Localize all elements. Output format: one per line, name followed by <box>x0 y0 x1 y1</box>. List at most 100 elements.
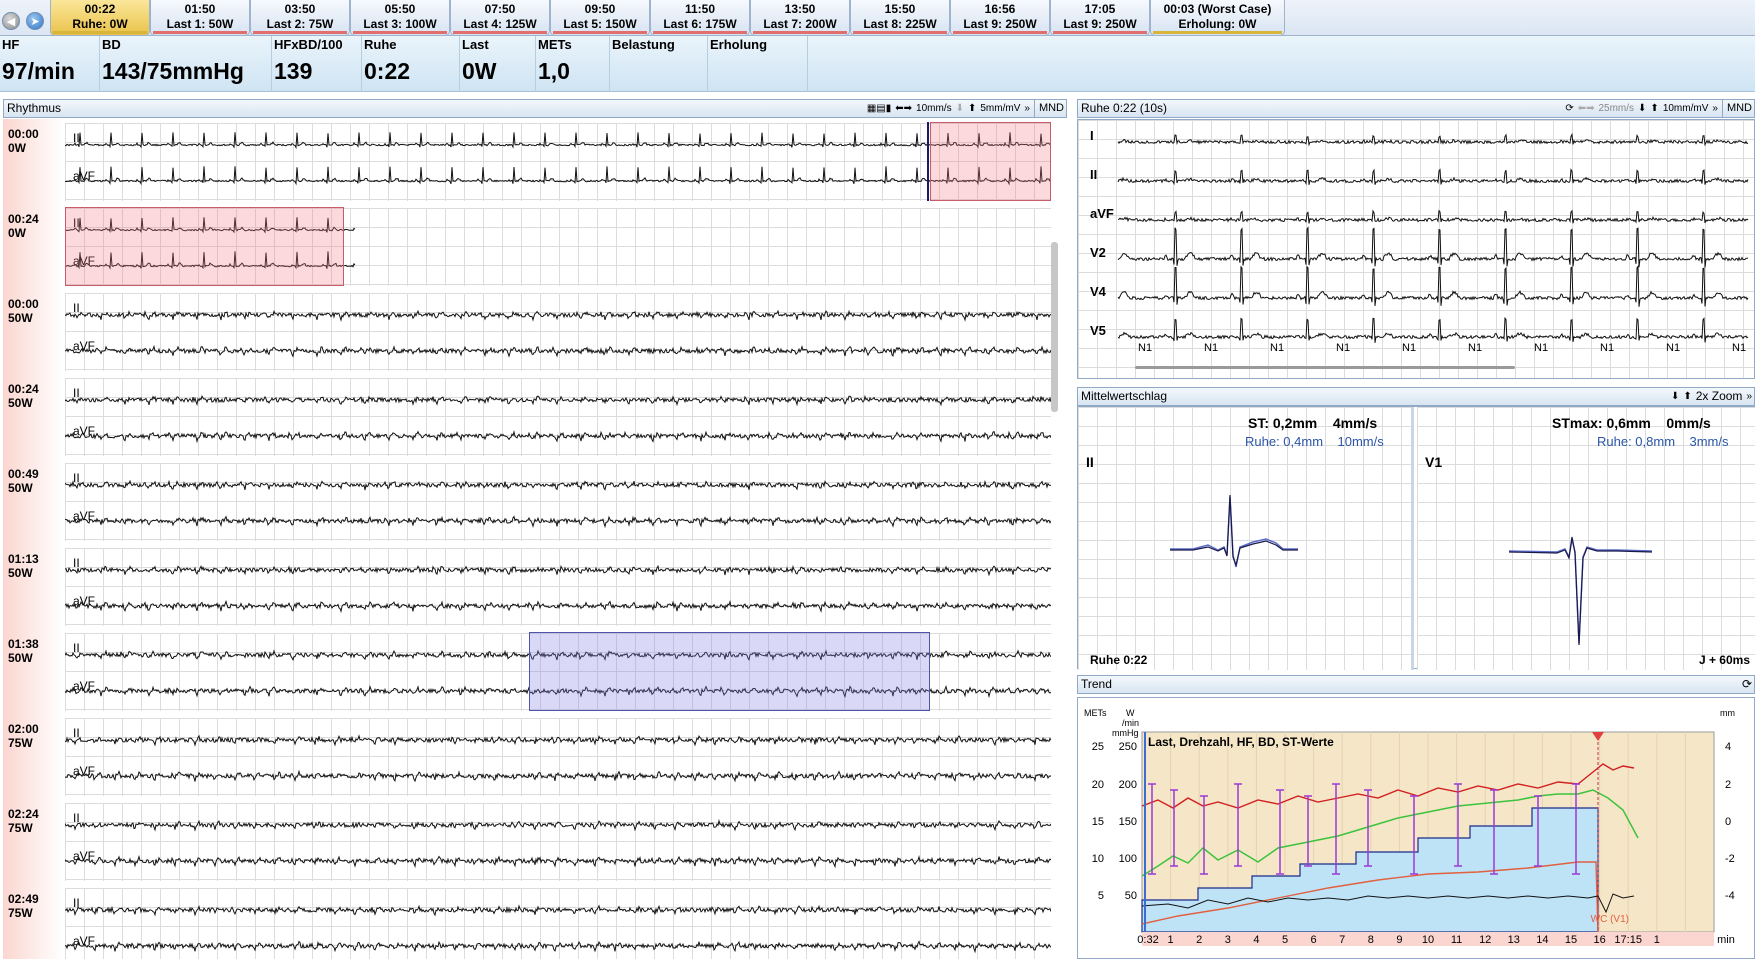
trend-label: /min <box>1122 718 1139 728</box>
ecg10-scrollbar[interactable] <box>1135 366 1515 369</box>
row-time: 01:13 <box>8 552 39 566</box>
stage-tab[interactable]: 09:50 Last 5: 150W <box>550 0 650 36</box>
arrow-down-icon[interactable]: ⬇ <box>956 100 964 117</box>
mnd-button[interactable]: MND <box>1033 100 1064 117</box>
row-load: 50W <box>8 311 33 325</box>
arrow-down-icon[interactable]: ⬇ <box>1638 100 1646 117</box>
arrow-up-icon[interactable]: ⬆ <box>1683 388 1691 405</box>
rhythm-row[interactable]: 00:24 0W II aVF <box>3 204 1056 289</box>
stage-underline <box>353 31 447 34</box>
ecg-trace <box>65 394 1051 407</box>
refresh-icon[interactable]: ⟳ <box>1565 100 1573 117</box>
stage-label: Last 9: 250W <box>963 17 1037 31</box>
stage-underline <box>53 31 147 34</box>
zoom-value[interactable]: 2x Zoom <box>1696 388 1743 405</box>
rhythm-row[interactable]: 02:49 75W II aVF <box>3 884 1056 959</box>
double-chevron-right-icon[interactable]: » <box>1712 100 1718 117</box>
stage-tab[interactable]: 11:50 Last 6: 175W <box>650 0 750 36</box>
arrow-down-icon[interactable]: ⬇ <box>1671 388 1679 405</box>
beat-label: N1 <box>1666 342 1681 354</box>
value-number: 139 <box>274 58 313 84</box>
arrows-horizontal-icon[interactable]: ⬅➡ <box>1578 100 1595 117</box>
trend-label: 15 <box>1092 816 1104 828</box>
trend-panel-header: Trend ⟳ <box>1077 675 1755 694</box>
arrow-up-icon[interactable]: ⬆ <box>968 100 976 117</box>
rhythm-row[interactable]: 00:49 50W II aVF <box>3 459 1056 544</box>
rhythm-row[interactable]: 02:24 75W II aVF <box>3 799 1056 884</box>
beat-label: N1 <box>1270 342 1285 354</box>
arrow-left-icon[interactable]: ◀ <box>2 12 20 30</box>
trend-label: -2 <box>1725 853 1735 865</box>
stage-time: 00:03 (Worst Case) <box>1163 2 1272 16</box>
position-marker[interactable] <box>927 122 929 201</box>
rhythm-row-time: 01:13 50W <box>8 552 39 580</box>
trend-label: 1 <box>1654 934 1660 946</box>
rhythm-row-time: 00:00 0W <box>8 127 39 155</box>
stage-tab[interactable]: 05:50 Last 3: 100W <box>350 0 450 36</box>
arrow-right-icon[interactable]: ➤ <box>26 12 44 30</box>
rhythm-row[interactable]: 02:00 75W II aVF <box>3 714 1056 799</box>
stage-time: 03:50 <box>284 2 316 16</box>
rhythm-row[interactable]: 01:38 50W II aVF <box>3 629 1056 714</box>
trend-label: -4 <box>1725 890 1735 902</box>
value-label: HFxBD/100 <box>274 37 343 52</box>
trend-label: 4 <box>1725 741 1731 753</box>
ecg-trace <box>65 166 1051 186</box>
row-time: 02:49 <box>8 892 39 906</box>
double-chevron-right-icon[interactable]: » <box>1024 100 1030 117</box>
beat-label: N1 <box>1534 342 1549 354</box>
selection-highlight[interactable] <box>65 207 344 286</box>
stage-time: 16:56 <box>984 2 1016 16</box>
value-cell: HF 97/min <box>0 36 100 92</box>
rhythm-row[interactable]: 00:00 0W II aVF <box>3 119 1056 204</box>
rhythm-row[interactable]: 00:24 50W II aVF <box>3 374 1056 459</box>
rhythm-row-time: 01:38 50W <box>8 637 39 665</box>
rhythm-row[interactable]: 01:13 50W II aVF <box>3 544 1056 629</box>
double-chevron-right-icon[interactable]: » <box>1746 388 1752 405</box>
arrows-horizontal-icon[interactable]: ⬅➡ <box>895 100 912 117</box>
stage-label: Last 4: 125W <box>463 17 537 31</box>
trend-label: 6 <box>1311 934 1317 946</box>
stage-tab[interactable]: 15:50 Last 8: 225W <box>850 0 950 36</box>
stage-tab[interactable]: 03:50 Last 2: 75W <box>250 0 350 36</box>
trend-label: 100 <box>1119 853 1137 865</box>
speed-value[interactable]: 10mm/s <box>916 100 952 117</box>
selection-highlight[interactable] <box>529 632 930 711</box>
value-number: 0:22 <box>364 58 411 84</box>
gain-value[interactable]: 5mm/mV <box>980 100 1020 117</box>
ecg-trace <box>65 479 1051 491</box>
refresh-icon[interactable]: ⟳ <box>1742 676 1752 693</box>
row-time: 00:49 <box>8 467 39 481</box>
stage-tab[interactable]: 07:50 Last 4: 125W <box>450 0 550 36</box>
rhythm-row[interactable]: 00:00 50W II aVF <box>3 289 1056 374</box>
stage-label: Last 6: 175W <box>663 17 737 31</box>
value-number: 0W <box>462 58 497 84</box>
grid-layout-icon[interactable]: ▦▤▮ <box>867 100 891 117</box>
rhythm-waveform <box>65 479 1051 529</box>
avg-beat-waveform <box>1508 536 1653 646</box>
stage-tab[interactable]: 01:50 Last 1: 50W <box>150 0 250 36</box>
trend-label: 11 <box>1451 934 1462 946</box>
selection-highlight[interactable] <box>930 122 1051 201</box>
speed-value[interactable]: 25mm/s <box>1598 100 1634 117</box>
stage-label: Erholung: 0W <box>1178 17 1257 31</box>
rhythm-row-time: 00:49 50W <box>8 467 39 495</box>
trend-label: 16 <box>1593 934 1605 946</box>
stage-tab[interactable]: 00:22 Ruhe: 0W <box>50 0 150 36</box>
gain-value[interactable]: 10mm/mV <box>1663 100 1709 117</box>
value-number: 143/75mmHg <box>102 58 244 84</box>
arrow-up-icon[interactable]: ⬆ <box>1650 100 1658 117</box>
rhythm-row-time: 02:49 75W <box>8 892 39 920</box>
rhythm-scrollbar[interactable] <box>1051 242 1058 412</box>
stage-tab[interactable]: 16:56 Last 9: 250W <box>950 0 1050 36</box>
stage-tab[interactable]: 00:03 (Worst Case) Erholung: 0W <box>1150 0 1285 36</box>
trend-chart: Last, Drehzahl, HF, BD, ST-Werte METs W/mi… <box>1084 708 1735 946</box>
stage-tab[interactable]: 13:50 Last 7: 200W <box>750 0 850 36</box>
value-number: 97/min <box>2 58 75 84</box>
avg-title: Mittelwertschlag <box>1081 389 1168 403</box>
stage-time: 07:50 <box>484 2 516 16</box>
stage-tab[interactable]: 17:05 Last 9: 250W <box>1050 0 1150 36</box>
mnd-button[interactable]: MND <box>1721 100 1752 117</box>
stage-underline <box>753 31 847 34</box>
ecg-trace <box>1117 209 1749 224</box>
